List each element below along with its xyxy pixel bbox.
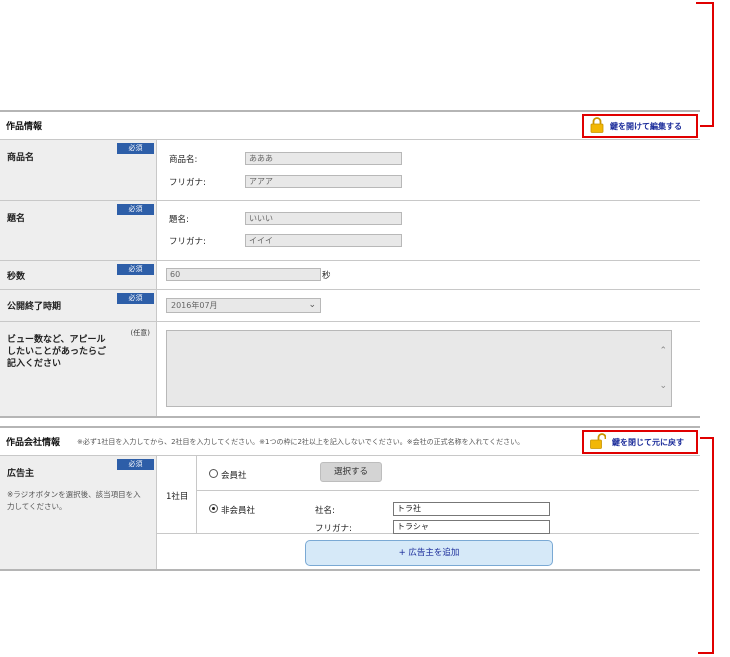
advertiser-row: 広告主 必須 ※ラジオボタンを選択後、該当項目を入力してください。 1社目 会員…: [0, 456, 700, 569]
product-info-header: 作品情報 鍵を開けて編集する: [0, 112, 700, 140]
lock-icon: [590, 116, 604, 136]
appeal-textarea[interactable]: ⌃ ⌄: [166, 330, 672, 407]
company-index-cell: 1社目: [157, 456, 197, 534]
appeal-content: ⌃ ⌄: [157, 322, 700, 416]
company-info-header: 作品会社情報 ※必ず1社目を入力してから、2社目を入力してください。※1つの枠に…: [0, 428, 700, 456]
product-info-section: 作品情報 鍵を開けて編集する 商品名 必須 商品名: あああ フリガナ: アアア…: [0, 110, 700, 418]
title-label-cell: 題名 必須: [0, 201, 157, 260]
end-period-content: 2016年07月 ⌄: [157, 290, 700, 321]
end-period-select[interactable]: 2016年07月 ⌄: [166, 298, 321, 313]
product-name-field-label: 商品名:: [169, 155, 198, 165]
company-info-title: 作品会社情報: [6, 438, 61, 448]
callout-line-top-connector: [698, 125, 714, 127]
advertiser-label: 広告主: [7, 469, 35, 479]
unlock-edit-button[interactable]: 鍵を開けて編集する: [582, 114, 698, 138]
company-kana-input[interactable]: トラシャ: [393, 520, 550, 534]
unlock-icon: [590, 432, 607, 452]
title-kana-field-label: フリガナ:: [169, 237, 206, 247]
lock-revert-button[interactable]: 鍵を閉じて元に戻す: [582, 430, 698, 454]
required-badge: 必須: [117, 459, 154, 470]
end-period-label-cell: 公開終了時期 必須: [0, 290, 157, 321]
nonmember-label[interactable]: 非会員社: [221, 504, 255, 516]
scroll-up-icon[interactable]: ⌃: [659, 346, 667, 356]
nonmember-radio[interactable]: [209, 504, 218, 513]
add-advertiser-button[interactable]: + 広告主を追加: [305, 540, 553, 566]
product-name-label: 商品名: [7, 153, 35, 163]
product-name-label-cell: 商品名 必須: [0, 140, 157, 200]
optional-badge: (任意): [130, 329, 150, 337]
lock-revert-label: 鍵を閉じて元に戻す: [612, 437, 684, 447]
appeal-label: ビュー数など、アピールしたいことがあったらご記入ください: [7, 335, 107, 369]
unlock-edit-label: 鍵を開けて編集する: [610, 121, 682, 131]
callout-line-bottom-vertical: [712, 437, 714, 654]
required-badge: 必須: [117, 143, 154, 154]
title-row: 題名 必須 題名: いいい フリガナ: イイイ: [0, 201, 700, 261]
seconds-row: 秒数 必須 60 秒: [0, 261, 700, 290]
title-kana-input[interactable]: イイイ: [245, 234, 402, 247]
member-radio[interactable]: [209, 469, 218, 478]
product-name-input[interactable]: あああ: [245, 152, 402, 165]
appeal-row: ビュー数など、アピールしたいことがあったらご記入ください (任意) ⌃ ⌄: [0, 322, 700, 416]
company-info-note: ※必ず1社目を入力してから、2社目を入力してください。※1つの枠に2社以上を記入…: [77, 438, 525, 446]
product-name-row: 商品名 必須 商品名: あああ フリガナ: アアア: [0, 140, 700, 201]
product-info-title: 作品情報: [6, 122, 43, 132]
callout-line-bottom-horizontal: [698, 652, 714, 654]
seconds-content: 60 秒: [157, 261, 700, 289]
product-kana-input[interactable]: アアア: [245, 175, 402, 188]
end-period-selected: 2016年07月: [171, 301, 218, 310]
company-1-block: 1社目 会員社 選択する 非会員社 社名: トラ社 フリガナ: トラシャ: [157, 456, 699, 534]
advertiser-content: 1社目 会員社 選択する 非会員社 社名: トラ社 フリガナ: トラシャ + 広…: [157, 456, 700, 569]
advertiser-instruction: ※ラジオボタンを選択後、該当項目を入力してください。: [7, 490, 141, 511]
seconds-label: 秒数: [7, 272, 26, 282]
seconds-label-cell: 秒数 必須: [0, 261, 157, 289]
title-label: 題名: [7, 214, 26, 224]
company-index-label: 1社目: [166, 492, 189, 502]
end-period-label: 公開終了時期: [7, 302, 62, 312]
advertiser-label-cell: 広告主 必須 ※ラジオボタンを選択後、該当項目を入力してください。: [0, 456, 157, 569]
required-badge: 必須: [117, 293, 154, 304]
callout-line-top-horizontal: [696, 2, 712, 4]
callout-line-top-vertical: [712, 2, 714, 127]
select-company-button[interactable]: 選択する: [320, 462, 382, 482]
company-kana-label: フリガナ:: [315, 524, 352, 534]
appeal-label-cell: ビュー数など、アピールしたいことがあったらご記入ください (任意): [0, 322, 157, 416]
title-field-label: 題名:: [169, 215, 189, 225]
end-period-row: 公開終了時期 必須 2016年07月 ⌄: [0, 290, 700, 322]
title-content: 題名: いいい フリガナ: イイイ: [157, 201, 700, 260]
product-name-content: 商品名: あああ フリガナ: アアア: [157, 140, 700, 200]
product-kana-field-label: フリガナ:: [169, 178, 206, 188]
required-badge: 必須: [117, 204, 154, 215]
company-name-input[interactable]: トラ社: [393, 502, 550, 516]
company-name-label: 社名:: [315, 506, 335, 516]
seconds-unit: 秒: [322, 271, 331, 281]
seconds-input[interactable]: 60: [166, 268, 321, 281]
company-info-section: 作品会社情報 ※必ず1社目を入力してから、2社目を入力してください。※1つの枠に…: [0, 426, 700, 571]
member-option-row: 会員社 選択する: [197, 456, 699, 491]
chevron-down-icon: ⌄: [308, 300, 316, 310]
title-input[interactable]: いいい: [245, 212, 402, 225]
required-badge: 必須: [117, 264, 154, 275]
scroll-down-icon[interactable]: ⌄: [659, 381, 667, 391]
member-label[interactable]: 会員社: [221, 469, 247, 481]
